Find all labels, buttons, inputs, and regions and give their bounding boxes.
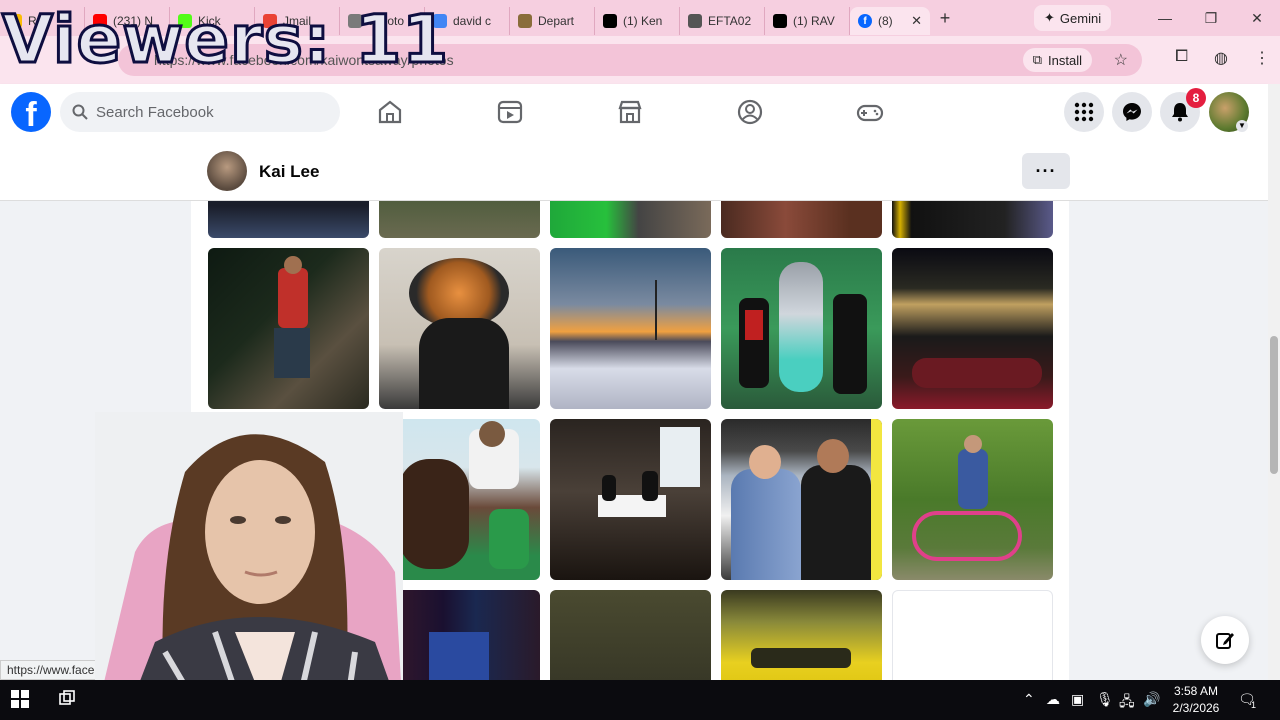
photo-tile[interactable] (379, 248, 540, 409)
webcam-overlay (95, 412, 403, 720)
photo-tile[interactable] (550, 201, 711, 238)
new-message-button[interactable] (1201, 616, 1249, 664)
seal-icon (518, 14, 532, 28)
sparkle-icon: ✦ (1044, 10, 1055, 25)
facebook-logo-icon[interactable]: f (11, 92, 51, 134)
photo-tile[interactable] (721, 248, 882, 409)
extensions-icon[interactable]: ⧠ (1175, 48, 1188, 68)
taskbar-clock[interactable]: 3:58 AM 2/3/2026 (1168, 683, 1224, 717)
groups-icon[interactable] (736, 98, 764, 126)
page-scrollbar[interactable] (1268, 84, 1280, 680)
photo-tile[interactable] (892, 248, 1053, 409)
profile-sticky-header: Kai Lee ··· (0, 141, 1268, 201)
volume-icon[interactable]: 🔊 (1143, 691, 1160, 708)
menu-grid-button[interactable] (1064, 92, 1104, 132)
clock-date: 2/3/2026 (1172, 701, 1220, 715)
onedrive-icon[interactable]: ☁ (1046, 691, 1060, 708)
x-icon (773, 14, 787, 28)
more-options-button[interactable]: ··· (1022, 153, 1070, 189)
photo-tile[interactable] (379, 590, 540, 680)
scrollbar-thumb[interactable] (1270, 336, 1278, 474)
home-icon[interactable] (376, 98, 404, 126)
photo-tile[interactable] (892, 419, 1053, 580)
minimize-icon[interactable]: — (1142, 10, 1188, 27)
tab-label: (1) RAV (793, 14, 835, 28)
messenger-icon (1123, 103, 1141, 121)
photo-tile[interactable] (550, 248, 711, 409)
search-placeholder: Search Facebook (96, 103, 214, 121)
search-icon (72, 104, 88, 120)
bell-icon (1172, 103, 1188, 122)
clock-time: 3:58 AM (1173, 684, 1219, 698)
network-icon[interactable]: 🖧 (1119, 691, 1135, 715)
gemini-label: Gemini (1059, 10, 1102, 26)
photo-tile[interactable] (721, 201, 882, 238)
install-icon: ⧉ (1032, 52, 1043, 67)
profile-icon[interactable]: ◍ (1214, 48, 1228, 68)
browser-tab[interactable]: (1) Ken (595, 7, 680, 35)
windows-start-icon[interactable] (11, 690, 29, 708)
bookmark-star-icon[interactable]: ☆ (1114, 50, 1128, 70)
browser-tab[interactable]: (1) RAV (765, 7, 850, 35)
streamer-webcam-image (95, 412, 403, 720)
windows-taskbar: ⌃ ☁ ▣ 🎙 🖧 🔊 3:58 AM 2/3/2026 🗨 1 (0, 680, 1280, 720)
close-tab-icon[interactable]: ✕ (911, 13, 922, 29)
notification-badge: 8 (1186, 88, 1206, 108)
tab-facebook-active[interactable]: f (8) ✕ (850, 7, 930, 35)
tab-label: Depart (538, 14, 575, 28)
tab-label: EFTA02 (708, 14, 752, 28)
facebook-top-nav: f Search Facebook 8 ▼ (0, 84, 1268, 141)
video-icon[interactable] (496, 98, 524, 126)
marketplace-icon[interactable] (616, 98, 644, 126)
restore-icon[interactable]: ❐ (1188, 10, 1234, 27)
viewers-count-overlay: Viewers: 11 (0, 0, 450, 80)
photo-tile[interactable] (379, 201, 540, 238)
tab-label: (1) Ken (623, 14, 663, 28)
tab-label: david c (453, 14, 492, 28)
device-icon[interactable]: ▣ (1071, 691, 1084, 708)
toolbar-icons: ⧠ ◍ ⋮ (1175, 48, 1270, 68)
close-window-icon[interactable]: ✕ (1234, 10, 1280, 27)
photo-tile[interactable] (550, 590, 711, 680)
gemini-button[interactable]: ✦ Gemini (1034, 5, 1112, 31)
facebook-icon: f (858, 14, 872, 28)
profile-name[interactable]: Kai Lee (259, 162, 319, 182)
browser-tab[interactable]: Depart (510, 7, 595, 35)
photo-tile[interactable] (550, 419, 711, 580)
microphone-icon[interactable]: 🎙 (1096, 691, 1114, 708)
new-tab-button[interactable]: + (930, 8, 960, 29)
gaming-icon[interactable] (856, 98, 884, 126)
photo-tile[interactable] (721, 419, 882, 580)
window-controls: — ❐ ✕ (1142, 10, 1280, 27)
photo-tile[interactable] (208, 201, 369, 238)
chevron-down-icon: ▼ (1236, 120, 1248, 132)
browser-tab[interactable]: EFTA02 (680, 7, 765, 35)
profile-avatar[interactable] (207, 151, 247, 191)
install-button[interactable]: ⧉ Install (1022, 48, 1092, 72)
photo-tile-loading[interactable] (892, 590, 1053, 680)
search-input[interactable]: Search Facebook (60, 92, 340, 132)
menu-dots-icon[interactable]: ⋮ (1254, 48, 1270, 68)
grid-icon (1074, 102, 1094, 122)
photo-tile[interactable] (208, 248, 369, 409)
x-icon (603, 14, 617, 28)
photo-tile[interactable] (379, 419, 540, 580)
photo-tile[interactable] (721, 590, 882, 680)
compose-icon (1216, 633, 1234, 649)
task-view-icon[interactable] (58, 690, 76, 708)
photo-tile[interactable] (892, 201, 1053, 238)
install-label: Install (1048, 52, 1082, 68)
chevron-up-icon[interactable]: ⌃ (1023, 691, 1035, 708)
tab-label: (8) (878, 14, 893, 28)
globe-icon (688, 14, 702, 28)
notification-center-count: 1 (1251, 700, 1257, 710)
messenger-button[interactable] (1112, 92, 1152, 132)
